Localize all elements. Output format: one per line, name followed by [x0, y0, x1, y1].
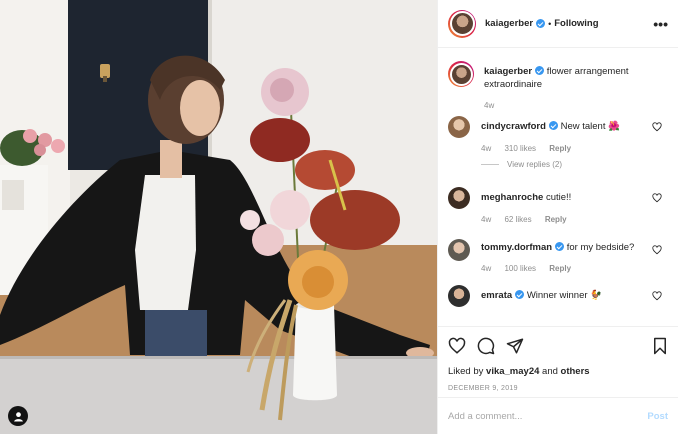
verified-badge-icon — [535, 66, 545, 75]
author-username[interactable]: kaiagerber — [485, 18, 533, 29]
like-comment-heart-icon[interactable] — [652, 122, 662, 132]
liked-by-middle: and — [539, 366, 561, 377]
add-comment-input[interactable]: Add a comment... — [448, 411, 647, 422]
comment-age: 4w — [481, 144, 492, 153]
commenter-username[interactable]: emrata — [481, 290, 512, 301]
comment-bubble-icon[interactable] — [477, 337, 495, 355]
author-avatar[interactable] — [448, 9, 476, 38]
verified-badge-icon — [548, 121, 558, 130]
commenter-avatar[interactable] — [448, 187, 470, 209]
commenter-username[interactable]: tommy.dorfman — [481, 242, 552, 253]
like-heart-icon[interactable] — [448, 337, 466, 355]
comment-likes[interactable]: 100 likes — [504, 264, 536, 273]
post-image — [0, 0, 437, 434]
reply-button[interactable]: Reply — [549, 264, 571, 273]
caption-username[interactable]: kaiagerber — [484, 66, 532, 77]
comment-text: cutie!! — [545, 192, 572, 203]
commenter-username[interactable]: cindycrawford — [481, 121, 546, 132]
post-side-panel: kaiagerber • Following ••• kaiagerber fl… — [437, 0, 678, 434]
comment-age: 4w — [481, 264, 492, 273]
reply-button[interactable]: Reply — [545, 215, 567, 224]
comment-likes[interactable]: 62 likes — [504, 215, 531, 224]
caption-age: 4w — [484, 101, 495, 110]
like-comment-heart-icon[interactable] — [652, 291, 662, 301]
like-comment-heart-icon[interactable] — [652, 245, 662, 255]
comment-text: for my bedside? — [566, 242, 635, 253]
commenter-username[interactable]: meghanroche — [481, 192, 543, 203]
post-header: kaiagerber • Following ••• — [438, 0, 678, 48]
following-button[interactable]: Following — [554, 18, 598, 29]
caption-author-avatar[interactable] — [448, 61, 474, 87]
comment-item: emrata Winner winner 🐓 — [448, 285, 668, 307]
comment-text: New talent 🌺 — [560, 121, 620, 132]
replies-divider — [481, 164, 499, 165]
more-options-icon[interactable]: ••• — [653, 17, 668, 31]
commenter-avatar[interactable] — [448, 239, 470, 261]
verified-badge-icon — [515, 290, 525, 299]
likes-summary: Liked by vika_may24 and others — [448, 366, 668, 377]
verified-badge-icon — [536, 19, 546, 28]
comment-text: Winner winner 🐓 — [526, 290, 602, 301]
post-photo[interactable] — [0, 0, 437, 434]
post-date[interactable]: DECEMBER 9, 2019 — [448, 385, 668, 392]
comment-likes[interactable]: 310 likes — [504, 144, 536, 153]
comments-list[interactable]: kaiagerber flower arrangement extraordin… — [438, 49, 678, 325]
post-actions: Liked by vika_may24 and others DECEMBER … — [438, 326, 678, 392]
like-comment-heart-icon[interactable] — [652, 193, 662, 203]
comment-item: cindycrawford New talent 🌺 4w 310 likes … — [448, 116, 668, 153]
caption: kaiagerber flower arrangement extraordin… — [448, 61, 668, 110]
post-comment-button[interactable]: Post — [647, 411, 668, 422]
verified-badge-icon — [555, 242, 565, 251]
user-icon — [13, 411, 23, 422]
liked-by-others[interactable]: others — [561, 366, 590, 377]
share-paper-plane-icon[interactable] — [506, 337, 524, 355]
view-replies-label[interactable]: View replies (2) — [507, 160, 562, 169]
view-replies-button[interactable]: View replies (2) — [481, 160, 668, 169]
liked-by-prefix: Liked by — [448, 366, 487, 377]
liked-by-user[interactable]: vika_may24 — [486, 366, 539, 377]
comment-item: meghanroche cutie!! 4w 62 likes Reply — [448, 187, 668, 224]
commenter-avatar[interactable] — [448, 116, 470, 138]
tagged-users-button[interactable] — [8, 406, 28, 426]
add-comment-bar: Add a comment... Post — [438, 397, 678, 434]
commenter-avatar[interactable] — [448, 285, 470, 307]
reply-button[interactable]: Reply — [549, 144, 571, 153]
separator-dot: • — [548, 18, 552, 29]
action-icons-row — [448, 335, 668, 357]
comment-age: 4w — [481, 215, 492, 224]
save-bookmark-icon[interactable] — [652, 337, 668, 355]
comment-item: tommy.dorfman for my bedside? 4w 100 lik… — [448, 239, 668, 273]
